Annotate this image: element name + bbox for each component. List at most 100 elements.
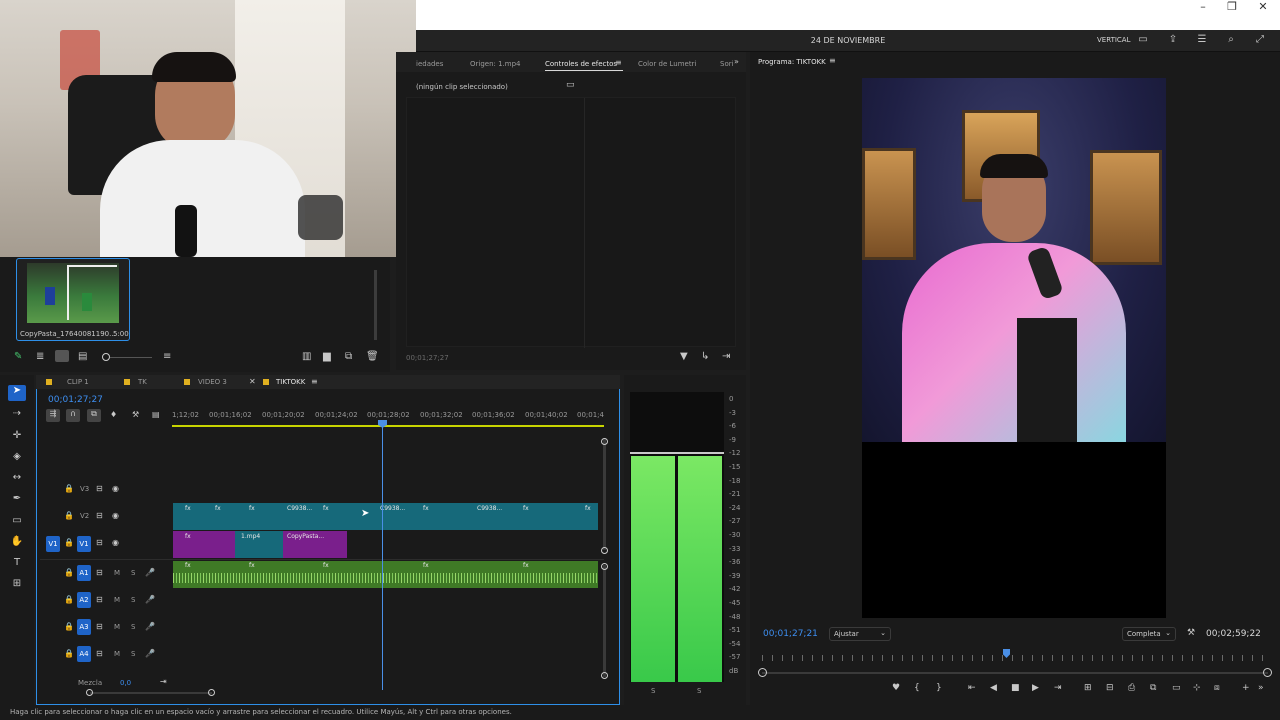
sync-icon[interactable]: ⊟ [96,511,103,520]
eye-icon[interactable]: ◉ [112,511,119,520]
sync-icon[interactable]: ⊟ [96,622,103,631]
work-area-bar[interactable] [172,425,604,427]
mic-icon[interactable]: 🎤 [145,649,155,658]
tab-clip-1[interactable]: CLIP 1 [67,378,89,386]
lock-icon[interactable]: 🔒 [64,568,74,577]
icon-view-icon[interactable] [55,350,69,362]
marker-icon[interactable]: ♦ [110,410,117,419]
sync-icon[interactable]: ⊟ [96,484,103,493]
pencil-icon[interactable]: ✎ [14,351,22,362]
v2-clip-track[interactable]: C9938... C9938... C9938... fx fx fx fx f… [173,503,598,530]
extract-icon[interactable]: ⊟ [1106,683,1114,693]
tab-properties[interactable]: iedades [416,60,443,68]
v1-clip[interactable]: fx [173,531,235,558]
scroll-handle[interactable] [601,438,608,445]
sync-icon[interactable]: ⊟ [96,538,103,547]
zoom-handle-left[interactable] [86,689,93,696]
program-ruler[interactable] [762,655,1268,661]
program-menu-icon[interactable]: ≡ [829,56,836,65]
razor-icon[interactable]: ◈ [8,451,26,462]
fullscreen-icon[interactable]: ⤢ [1253,34,1267,45]
sync-icon[interactable]: ⊟ [96,568,103,577]
hand-icon[interactable]: ✋ [8,536,26,547]
scroll-handle[interactable] [601,672,608,679]
snap-icon[interactable]: ∩ [66,409,80,422]
track-target-a2[interactable]: A2 [77,592,91,608]
grid-icon[interactable]: ⊹ [1193,683,1201,693]
mix-end-icon[interactable]: ⇥ [160,677,167,686]
caption-icon[interactable]: ⊞ [8,578,26,589]
add-button-icon[interactable]: + [1242,683,1250,693]
source-patch-v1[interactable]: V1 [46,536,60,552]
track-target-a4[interactable]: A4 [77,646,91,662]
step-back-icon[interactable]: ◀ [990,683,997,693]
more-tabs-icon[interactable]: » [734,57,739,66]
tab-source[interactable]: Origen: 1.mp4 [470,60,521,68]
tab-tiktokk[interactable]: TIKTOKK [276,378,305,386]
project-scrollbar[interactable] [374,270,377,340]
zoom-handle-left[interactable] [758,668,767,677]
lock-icon[interactable]: 🔒 [64,595,74,604]
search-icon[interactable]: ⌕ [1224,34,1238,45]
track-select-icon[interactable]: ⇢ [8,408,26,419]
restore-icon[interactable]: ❐ [1217,0,1247,14]
selection-tool-icon[interactable]: ➤ [8,385,26,401]
v1-clip[interactable]: 1.mp4 [235,531,283,558]
lock-icon[interactable]: 🔒 [64,511,74,520]
menu-icon[interactable]: ☰ [1195,34,1209,45]
minimize-icon[interactable]: – [1188,0,1218,14]
track-target-a1[interactable]: A1 [77,565,91,581]
freeform-view-icon[interactable]: ▤ [78,351,87,362]
ripple-edit-icon[interactable]: ✛ [8,430,26,441]
lock-icon[interactable]: 🔒 [64,649,74,658]
zoom-handle-right[interactable] [208,689,215,696]
mute-button[interactable]: M [114,650,120,658]
new-bin-icon[interactable]: ▆ [323,351,331,362]
new-item-icon[interactable]: ⧉ [345,351,352,362]
more-icon[interactable]: » [1258,683,1264,693]
add-marker-icon[interactable]: ♥ [892,683,900,693]
solo-button[interactable]: S [131,623,135,631]
a1-audio-clip[interactable]: fx fx fx fx fx [173,561,598,588]
audio-scrollbar[interactable] [603,565,606,677]
zoom-slider-track[interactable] [110,357,152,358]
lock-icon[interactable]: 🔒 [64,484,74,493]
step-forward-icon[interactable]: ▶ [1032,683,1039,693]
track-target-a3[interactable]: A3 [77,619,91,635]
mute-button[interactable]: M [114,596,120,604]
slip-icon[interactable]: ↔ [8,472,26,483]
scroll-handle[interactable] [601,563,608,570]
track-target-v1[interactable]: V1 [77,536,91,552]
horizontal-zoom-bar[interactable] [90,692,212,694]
go-to-out-icon[interactable]: ⇥ [1054,683,1062,693]
wrench-icon[interactable]: ⚒ [132,410,139,419]
frame-icon[interactable]: ▭ [1136,34,1150,45]
tab-lumetri[interactable]: Color de Lumetri [638,60,696,68]
playhead-line[interactable] [382,420,383,690]
fit-dropdown[interactable]: Ajustar ⌄ [829,627,891,641]
mix-value[interactable]: 0,0 [120,679,131,687]
lock-icon[interactable]: 🔒 [64,538,74,547]
solo-left-button[interactable]: S [651,687,655,695]
export-frame-icon[interactable]: ⎙ [1128,683,1135,693]
quality-dropdown[interactable]: Completa ⌄ [1122,627,1176,641]
pen-icon[interactable]: ✒ [8,493,26,504]
lift-icon[interactable]: ⊞ [1084,683,1092,693]
mic-icon[interactable]: 🎤 [145,568,155,577]
close-tab-icon[interactable]: ✕ [249,377,256,386]
zoom-slider-handle[interactable] [102,353,110,361]
project-clip-thumbnail[interactable]: CopyPasta_17640081190... 5:00 [16,258,130,341]
trash-icon[interactable]: 🗑 [366,351,379,362]
mute-button[interactable]: M [114,623,120,631]
automate-icon[interactable]: ▥ [302,351,311,362]
safe-margins-icon[interactable]: ▭ [1172,683,1181,693]
captions-icon[interactable]: ▤ [152,410,160,419]
scroll-handle[interactable] [601,547,608,554]
mic-icon[interactable]: 🎤 [145,622,155,631]
settings-wrench-icon[interactable]: ⚒ [1187,628,1195,638]
solo-button[interactable]: S [131,596,135,604]
show-timeline-icon[interactable]: ▭ [566,80,575,90]
stop-icon[interactable]: ■ [1011,683,1020,693]
program-zoom-bar[interactable] [762,672,1268,674]
layout-mode-label[interactable]: VERTICAL [1097,36,1130,44]
